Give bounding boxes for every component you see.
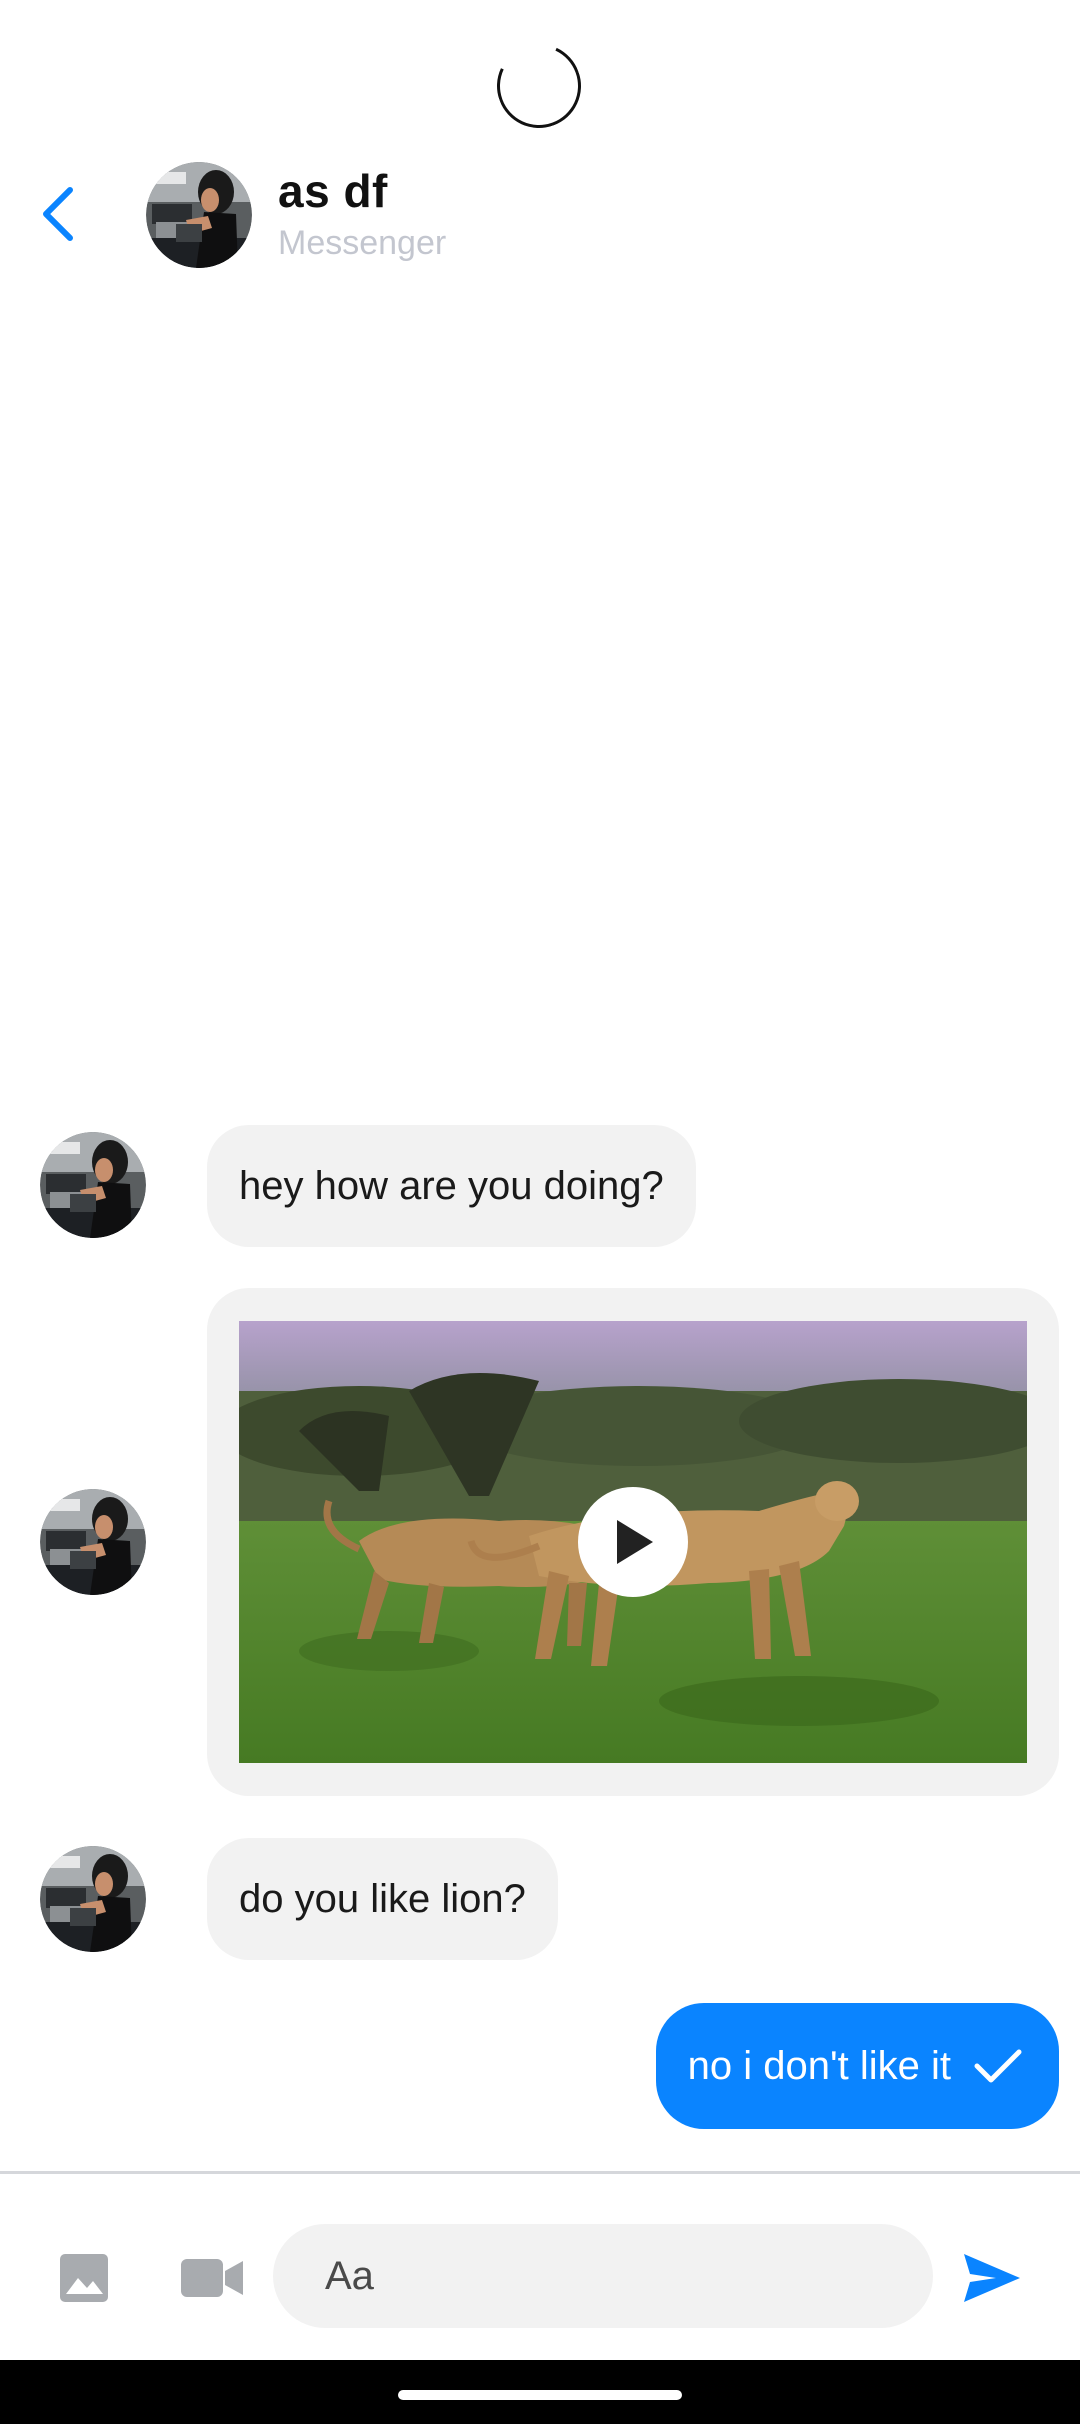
contact-name[interactable]: as df <box>278 164 388 218</box>
contact-avatar[interactable] <box>146 162 252 268</box>
send-button[interactable] <box>960 2246 1024 2310</box>
home-indicator[interactable] <box>398 2390 682 2400</box>
incoming-message-bubble[interactable]: do you like lion? <box>207 1838 558 1960</box>
message-text: no i don't like it <box>687 2043 951 2088</box>
play-icon <box>617 1520 653 1564</box>
message-avatar[interactable] <box>40 1489 146 1595</box>
message-input[interactable] <box>273 2224 933 2328</box>
chat-header: as df Messenger <box>0 150 1080 280</box>
image-icon <box>60 2254 108 2302</box>
message-composer <box>0 2174 1080 2360</box>
back-button[interactable] <box>28 182 88 246</box>
video-camera-icon <box>181 2259 243 2297</box>
message-text: do you like lion? <box>239 1876 526 1921</box>
chevron-left-icon <box>43 187 73 241</box>
message-text: hey how are you doing? <box>239 1163 664 1208</box>
system-nav-bar <box>0 2360 1080 2424</box>
check-icon <box>973 2046 1023 2086</box>
image-button[interactable] <box>52 2246 116 2310</box>
send-icon <box>964 2254 1020 2302</box>
camera-cutout <box>485 32 593 140</box>
message-avatar[interactable] <box>40 1846 146 1952</box>
play-button[interactable] <box>578 1487 688 1597</box>
incoming-message-bubble[interactable]: hey how are you doing? <box>207 1125 696 1247</box>
contact-subtitle: Messenger <box>278 224 447 262</box>
video-camera-button[interactable] <box>176 2250 248 2306</box>
message-avatar[interactable] <box>40 1132 146 1238</box>
outgoing-message-bubble[interactable]: no i don't like it <box>655 2003 1059 2129</box>
chat-screen: as df Messenger hey how are you doing? d… <box>0 0 1080 2424</box>
